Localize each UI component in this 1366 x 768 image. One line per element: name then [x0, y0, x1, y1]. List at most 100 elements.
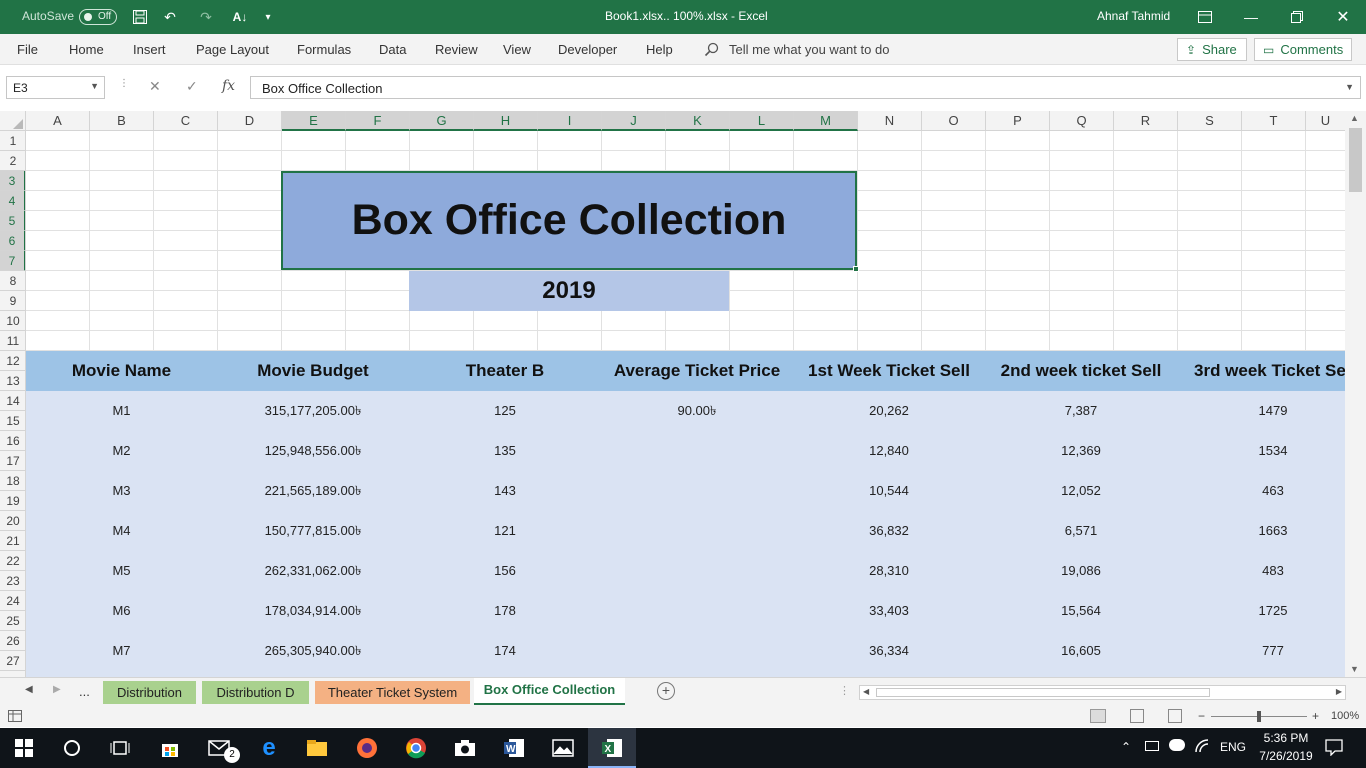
cell-average-ticket-price[interactable]	[601, 431, 793, 471]
scroll-tabs-left-icon[interactable]: ◀	[25, 684, 33, 695]
row-header-17[interactable]: 17	[0, 451, 25, 471]
cell-movie-budget[interactable]: 265,305,940.00৳	[217, 631, 409, 671]
tab-file[interactable]: File	[17, 42, 38, 57]
column-header-q[interactable]: Q	[1050, 111, 1114, 131]
tab-page-layout[interactable]: Page Layout	[196, 42, 269, 57]
header-week1-sell[interactable]: 1st Week Ticket Sell	[793, 351, 985, 391]
column-header-i[interactable]: I	[538, 111, 602, 131]
clock-time[interactable]: 5:36 PM	[1261, 731, 1311, 745]
scroll-tabs-right-icon[interactable]: ▶	[53, 684, 61, 695]
horizontal-scrollbar[interactable]: ◀ ▶	[859, 685, 1346, 700]
column-header-t[interactable]: T	[1242, 111, 1306, 131]
tab-formulas[interactable]: Formulas	[297, 42, 351, 57]
row-header-16[interactable]: 16	[0, 431, 25, 451]
row-header-6[interactable]: 6	[0, 231, 25, 251]
column-header-k[interactable]: K	[666, 111, 730, 131]
cell-movie-budget[interactable]: 178,034,914.00৳	[217, 591, 409, 631]
tab-insert[interactable]: Insert	[133, 42, 166, 57]
cell-week3-sell[interactable]: 1663	[1177, 511, 1345, 551]
enter-icon[interactable]: ✓	[186, 78, 198, 95]
share-button[interactable]: ⇪ Share	[1177, 38, 1247, 61]
cell-average-ticket-price[interactable]	[601, 551, 793, 591]
column-header-c[interactable]: C	[154, 111, 218, 131]
scroll-right-icon[interactable]: ▶	[1336, 687, 1342, 696]
column-header-h[interactable]: H	[474, 111, 538, 131]
cell-week1-sell[interactable]: 36,832	[793, 511, 985, 551]
cell-week1-sell[interactable]: 36,334	[793, 631, 985, 671]
tab-split-handle[interactable]: ⋮	[839, 684, 850, 697]
cell-week2-sell[interactable]: 12,369	[985, 431, 1177, 471]
photos-icon[interactable]	[551, 736, 575, 760]
cell-week2-sell[interactable]: 12,052	[985, 471, 1177, 511]
cell-week2-sell[interactable]: 15,564	[985, 591, 1177, 631]
autosave-toggle[interactable]: Off	[79, 9, 117, 25]
excel-icon[interactable]: X	[600, 736, 624, 760]
cell-week3-sell[interactable]: 1725	[1177, 591, 1345, 631]
row-header-10[interactable]: 10	[0, 311, 25, 331]
column-header-m[interactable]: M	[794, 111, 858, 131]
zoom-out-icon[interactable]: −	[1198, 709, 1205, 723]
action-center-icon[interactable]	[1325, 738, 1343, 759]
horizontal-scroll-thumb[interactable]	[876, 688, 1210, 697]
row-header-20[interactable]: 20	[0, 511, 25, 531]
save-icon[interactable]	[130, 7, 150, 27]
cell-week3-sell[interactable]: 463	[1177, 471, 1345, 511]
column-header-u[interactable]: U	[1306, 111, 1345, 131]
store-icon[interactable]	[158, 736, 182, 760]
comments-button[interactable]: ▭ Comments	[1254, 38, 1352, 61]
cell-movie-name[interactable]: M7	[26, 631, 217, 671]
cancel-icon[interactable]: ✕	[149, 78, 161, 95]
onedrive-icon[interactable]	[1169, 739, 1185, 751]
column-header-p[interactable]: P	[986, 111, 1050, 131]
cell-movie-budget[interactable]: 150,777,815.00৳	[217, 511, 409, 551]
name-box[interactable]: E3 ▼	[6, 76, 105, 99]
edge-icon[interactable]: e	[257, 734, 281, 761]
network-icon[interactable]	[1194, 738, 1210, 757]
user-name[interactable]: Ahnaf Tahmid	[1097, 9, 1170, 23]
vertical-scroll-thumb[interactable]	[1349, 128, 1362, 192]
cell-week2-sell[interactable]: 19,086	[985, 551, 1177, 591]
header-movie-name[interactable]: Movie Name	[26, 351, 217, 391]
expand-formula-bar-icon[interactable]: ▼	[1345, 82, 1354, 92]
column-header-j[interactable]: J	[602, 111, 666, 131]
zoom-in-icon[interactable]: +	[1312, 709, 1319, 723]
row-header-26[interactable]: 26	[0, 631, 25, 651]
tab-review[interactable]: Review	[435, 42, 478, 57]
cell-theater[interactable]: 125	[409, 391, 601, 431]
row-header-2[interactable]: 2	[0, 151, 25, 171]
cell-movie-budget[interactable]: 262,331,062.00৳	[217, 551, 409, 591]
ribbon-display-options-icon[interactable]	[1195, 7, 1215, 27]
zoom-slider-thumb[interactable]	[1257, 711, 1261, 722]
cell-movie-budget[interactable]: 315,177,205.00৳	[217, 391, 409, 431]
cell-average-ticket-price[interactable]: 90.00৳	[601, 391, 793, 431]
windows-start-icon[interactable]	[12, 736, 36, 760]
cell-week1-sell[interactable]: 10,544	[793, 471, 985, 511]
cell-week2-sell[interactable]: 6,571	[985, 511, 1177, 551]
insert-function-icon[interactable]: fx	[222, 78, 235, 94]
undo-icon[interactable]: ↶	[160, 7, 180, 27]
header-theater[interactable]: Theater B	[409, 351, 601, 391]
sheet-tab-distribution-d[interactable]: Distribution D	[202, 681, 309, 704]
column-header-g[interactable]: G	[410, 111, 474, 131]
cell-week1-sell[interactable]: 33,403	[793, 591, 985, 631]
cell-average-ticket-price[interactable]	[601, 511, 793, 551]
cell-theater[interactable]: 121	[409, 511, 601, 551]
column-header-o[interactable]: O	[922, 111, 986, 131]
column-header-b[interactable]: B	[90, 111, 154, 131]
row-header-18[interactable]: 18	[0, 471, 25, 491]
row-header-23[interactable]: 23	[0, 571, 25, 591]
cell-theater[interactable]: 143	[409, 471, 601, 511]
column-header-f[interactable]: F	[346, 111, 410, 131]
row-header-12[interactable]: 12	[0, 351, 25, 371]
battery-icon[interactable]	[1145, 741, 1159, 751]
cell-movie-name[interactable]: M4	[26, 511, 217, 551]
cell-week3-sell[interactable]: 777	[1177, 631, 1345, 671]
redo-icon[interactable]: ↷	[196, 7, 216, 27]
chrome-icon[interactable]	[404, 736, 428, 760]
row-header-27[interactable]: 27	[0, 651, 25, 671]
customize-toolbar-icon[interactable]: ▾	[258, 7, 278, 27]
tab-developer[interactable]: Developer	[558, 42, 617, 57]
header-week3-sell[interactable]: 3rd week Ticket Se	[1177, 351, 1345, 391]
zoom-level[interactable]: 100%	[1331, 710, 1359, 722]
fill-handle[interactable]	[853, 266, 859, 272]
